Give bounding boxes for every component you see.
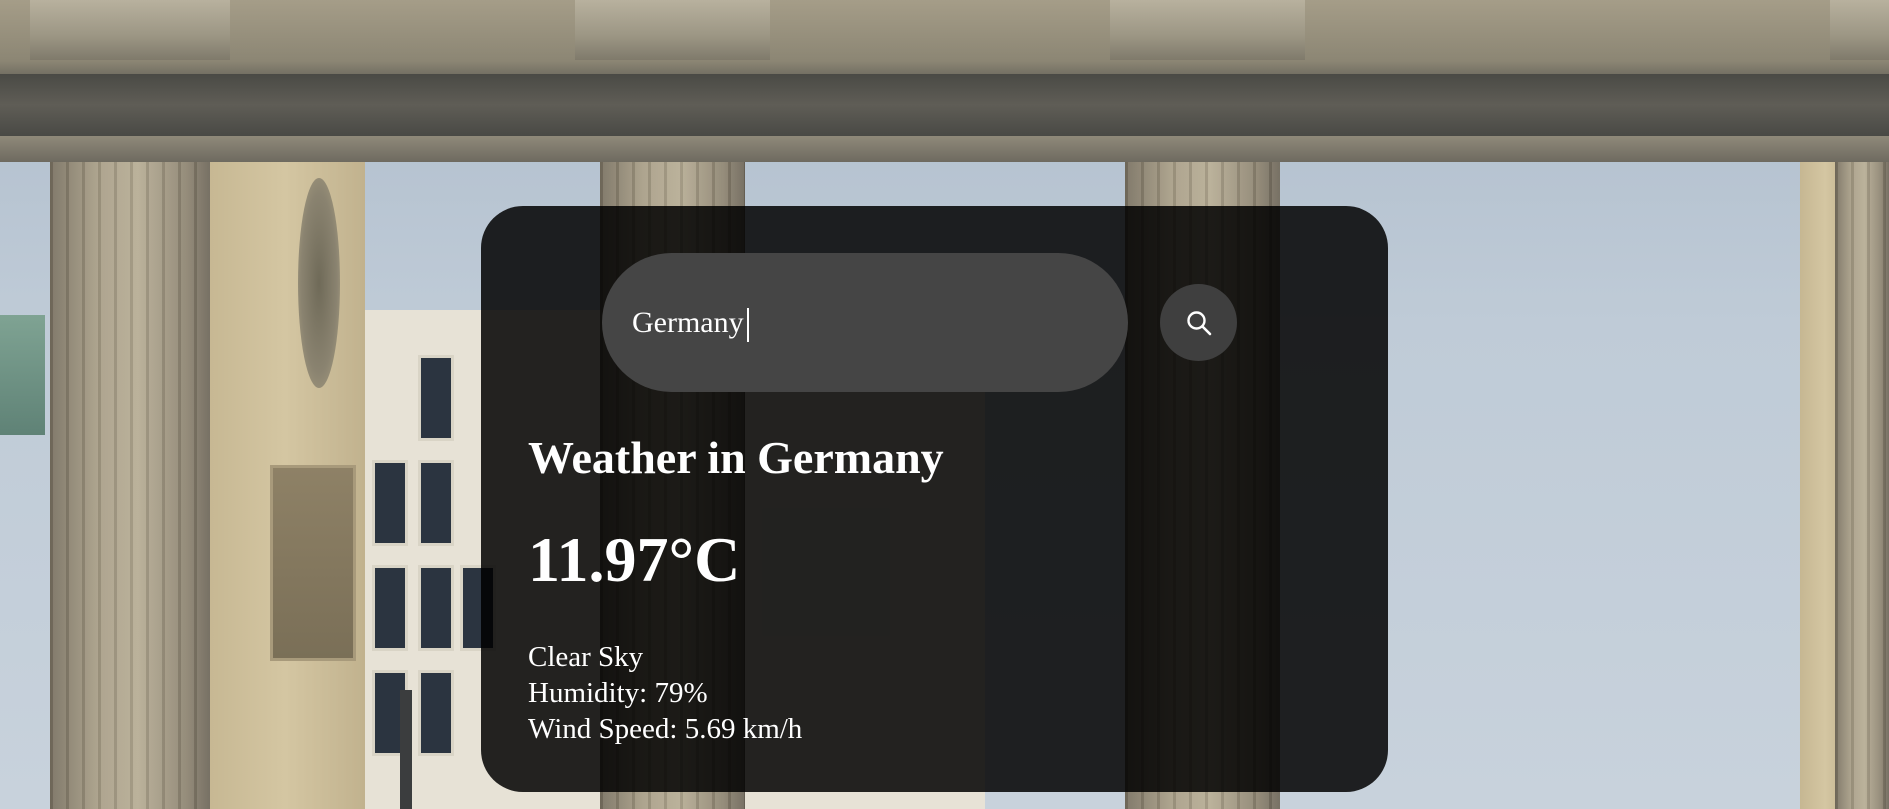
- background-entablature-lip: [0, 136, 1889, 162]
- search-icon: [1184, 308, 1214, 338]
- background-entablature-band: [0, 74, 1889, 136]
- temperature-value: 11.97°C: [528, 524, 741, 595]
- background-window: [372, 460, 408, 546]
- background-column-capital: [30, 0, 230, 60]
- background-window: [418, 460, 454, 546]
- weather-details: Clear Sky Humidity: 79% Wind Speed: 5.69…: [528, 639, 802, 747]
- background-oval-niche: [298, 178, 340, 388]
- background-relief: [270, 465, 356, 661]
- background-window: [372, 565, 408, 651]
- weather-card: Weather in Germany 11.97°C Clear Sky Hum…: [481, 206, 1388, 792]
- background-roof-left: [0, 315, 45, 435]
- background-column-capital: [575, 0, 770, 60]
- background-lamp-post: [400, 690, 412, 809]
- city-heading: Weather in Germany: [528, 432, 944, 483]
- wind-speed-value: Wind Speed: 5.69 km/h: [528, 713, 803, 745]
- background-column-capital: [1110, 0, 1305, 60]
- text-cursor: [747, 308, 749, 342]
- background-window: [418, 670, 454, 756]
- background-window: [418, 355, 454, 441]
- weather-description: Clear Sky: [528, 641, 644, 673]
- humidity-value: Humidity: 79%: [528, 677, 708, 709]
- background-column-capital: [1830, 0, 1889, 60]
- search-button[interactable]: [1160, 284, 1237, 361]
- background-window: [418, 565, 454, 651]
- search-input[interactable]: [602, 253, 1128, 392]
